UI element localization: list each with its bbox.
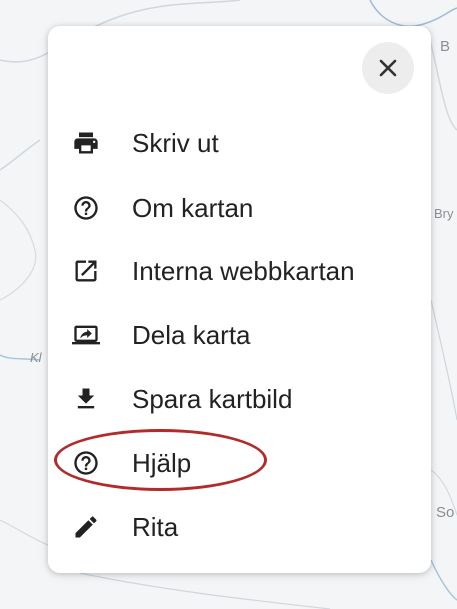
menu-item-label: Spara kartbild <box>132 383 293 414</box>
menu-item-help[interactable]: Hjälp <box>48 432 431 494</box>
menu-item-save-map-image[interactable]: Spara kartbild <box>48 368 431 430</box>
open-in-new-icon <box>70 255 102 287</box>
menu-item-label: Dela karta <box>132 319 251 350</box>
share-screen-icon <box>70 319 102 351</box>
menu-item-draw[interactable]: Rita <box>48 496 431 558</box>
menu-item-label: Skriv ut <box>132 127 219 158</box>
menu-item-internal-webmap[interactable]: Interna webbkartan <box>48 240 431 302</box>
menu-item-label: Hjälp <box>132 447 192 478</box>
map-label: Bry <box>434 206 454 221</box>
download-icon <box>70 383 102 415</box>
tools-menu: Skriv ut Om kartan Interna webbkartan De… <box>48 26 431 573</box>
help-circle-icon <box>70 447 102 479</box>
menu-item-print[interactable]: Skriv ut <box>48 112 431 174</box>
close-icon <box>379 59 397 77</box>
menu-item-label: Interna webbkartan <box>132 255 355 286</box>
menu-item-label: Om kartan <box>132 192 254 223</box>
help-circle-icon <box>70 192 102 224</box>
close-button[interactable] <box>362 42 414 94</box>
map-label: So <box>436 504 455 521</box>
pencil-icon <box>70 511 102 543</box>
menu-item-label: Rita <box>132 511 179 542</box>
menu-item-share-map[interactable]: Dela karta <box>48 304 431 366</box>
printer-icon <box>70 127 102 159</box>
map-label: B <box>440 38 451 55</box>
menu-item-about-map[interactable]: Om kartan <box>48 177 431 239</box>
map-label: Kl <box>30 350 42 365</box>
